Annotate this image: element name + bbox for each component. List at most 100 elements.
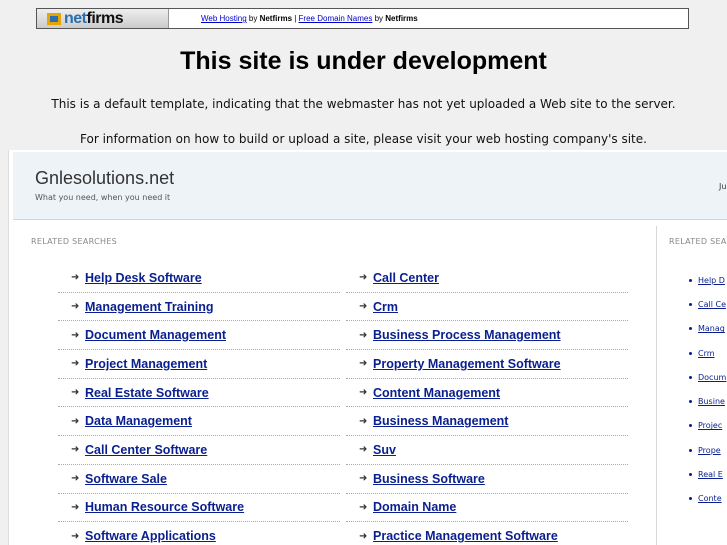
notice-info-text: For information on how to build or uploa… <box>80 132 647 146</box>
list-item: ➜ Practice Management Software <box>346 522 628 545</box>
related-link[interactable]: Human Resource Software <box>85 500 244 514</box>
list-item: ➜ Project Management <box>58 350 340 379</box>
arrow-right-icon: ➜ <box>359 272 368 284</box>
bullet-icon <box>689 351 692 355</box>
web-hosting-link[interactable]: Web Hosting <box>201 14 247 23</box>
site-tagline: What you need, when you need it <box>35 193 171 202</box>
related-link[interactable]: Practice Management Software <box>373 529 558 543</box>
arrow-right-icon: ➜ <box>71 530 80 542</box>
sidebar-link[interactable]: Docum <box>698 373 726 382</box>
site-name[interactable]: Gnlesolutions.net <box>35 168 174 189</box>
related-link[interactable]: Management Training <box>85 300 214 314</box>
related-searches-label: RELATED SEARCHES <box>31 237 118 246</box>
arrow-right-icon: ➜ <box>71 387 80 399</box>
page-title: This site is under development <box>180 47 547 75</box>
list-item: ➜ Business Software <box>346 465 628 494</box>
arrow-right-icon: ➜ <box>71 415 80 427</box>
related-link[interactable]: Document Management <box>85 328 226 342</box>
list-item: ➜ Software Sale <box>58 465 340 494</box>
netfirms-banner: netfirms Web Hosting by Netfirms | Free … <box>36 8 689 29</box>
list-item: ➜ Document Management <box>58 321 340 351</box>
sidebar-link[interactable]: Projec <box>698 421 722 430</box>
sidebar-item: Real E <box>689 462 727 486</box>
netfirms-logo-text: netfirms <box>64 9 124 27</box>
list-item: ➜ Suv <box>346 436 628 465</box>
sidebar-item: Help D <box>689 268 727 292</box>
list-item: ➜ Property Management Software <box>346 350 628 379</box>
sidebar-item: Docum <box>689 365 727 389</box>
related-list-left: ➜ Help Desk Software ➜ Management Training… <box>58 264 340 545</box>
sidebar-link[interactable]: Real E <box>698 470 723 479</box>
related-link[interactable]: Call Center <box>373 271 439 285</box>
arrow-right-icon: ➜ <box>359 473 368 485</box>
brand-name: Netfirms <box>385 14 418 23</box>
sidebar-link[interactable]: Busine <box>698 397 725 406</box>
bullet-icon <box>689 448 692 452</box>
arrow-right-icon: ➜ <box>359 301 368 313</box>
arrow-right-icon: ➜ <box>359 415 368 427</box>
related-link[interactable]: Data Management <box>85 414 192 428</box>
related-link[interactable]: Crm <box>373 300 398 314</box>
related-link[interactable]: Content Management <box>373 386 500 400</box>
arrow-right-icon: ➜ <box>71 444 80 456</box>
bullet-icon <box>689 302 692 306</box>
arrow-right-icon: ➜ <box>359 530 368 542</box>
bullet-icon <box>689 278 692 282</box>
list-item: ➜ Human Resource Software <box>58 494 340 523</box>
bullet-icon <box>689 327 692 331</box>
arrow-right-icon: ➜ <box>71 301 80 313</box>
related-link[interactable]: Business Software <box>373 472 485 486</box>
list-item: ➜ Business Management <box>346 407 628 437</box>
related-link[interactable]: Call Center Software <box>85 443 207 457</box>
sidebar-link[interactable]: Help D <box>698 276 725 285</box>
sidebar-link[interactable]: Manag <box>698 324 725 333</box>
arrow-right-icon: ➜ <box>71 272 80 284</box>
header-date: Ju <box>719 182 727 191</box>
sidebar-link[interactable]: Conte <box>698 494 722 503</box>
related-list-right: ➜ Call Center ➜ Crm ➜ Business Process Mana… <box>346 264 628 545</box>
arrow-right-icon: ➜ <box>359 444 368 456</box>
related-link[interactable]: Real Estate Software <box>85 386 209 400</box>
bullet-icon <box>689 375 692 379</box>
related-link[interactable]: Help Desk Software <box>85 271 202 285</box>
related-link[interactable]: Property Management Software <box>373 357 561 371</box>
parked-header: Gnlesolutions.net What you need, when yo… <box>13 152 727 220</box>
sidebar-item: Conte <box>689 487 727 511</box>
banner-links: Web Hosting by Netfirms | Free Domain Na… <box>201 14 418 23</box>
list-item: ➜ Content Management <box>346 379 628 408</box>
brand-name: Netfirms <box>259 14 293 23</box>
list-item: ➜ Business Process Management <box>346 321 628 351</box>
arrow-right-icon: ➜ <box>71 501 80 513</box>
list-item: ➜ Data Management <box>58 407 340 437</box>
free-domain-names-link[interactable]: Free Domain Names <box>299 14 373 23</box>
related-link[interactable]: Business Process Management <box>373 328 561 342</box>
sidebar-related-list: Help D Call Ce Manag Crm Docum Busine Pr… <box>689 268 727 511</box>
netfirms-logo[interactable]: netfirms <box>37 9 169 28</box>
bullet-icon <box>689 473 692 477</box>
arrow-right-icon: ➜ <box>71 358 80 370</box>
sidebar-link[interactable]: Call Ce <box>698 300 726 309</box>
list-item: ➜ Help Desk Software <box>58 264 340 293</box>
related-link[interactable]: Software Applications <box>85 529 216 543</box>
related-link[interactable]: Domain Name <box>373 500 456 514</box>
sidebar-link[interactable]: Prope <box>698 446 721 455</box>
related-link[interactable]: Software Sale <box>85 472 167 486</box>
sidebar-item: Crm <box>689 341 727 365</box>
related-link[interactable]: Suv <box>373 443 396 457</box>
sidebar-item: Prope <box>689 438 727 462</box>
bullet-icon <box>689 400 692 404</box>
netfirms-logo-icon <box>47 12 61 25</box>
list-item: ➜ Management Training <box>58 293 340 322</box>
column-divider <box>656 226 657 545</box>
list-item: ➜ Software Applications <box>58 522 340 545</box>
related-link[interactable]: Business Management <box>373 414 508 428</box>
arrow-right-icon: ➜ <box>71 329 80 341</box>
arrow-right-icon: ➜ <box>359 501 368 513</box>
sidebar-link[interactable]: Crm <box>698 349 715 358</box>
list-item: ➜ Real Estate Software <box>58 379 340 408</box>
parked-page-frame: Gnlesolutions.net What you need, when yo… <box>8 150 727 545</box>
related-link[interactable]: Project Management <box>85 357 207 371</box>
list-item: ➜ Crm <box>346 293 628 322</box>
arrow-right-icon: ➜ <box>359 329 368 341</box>
list-item: ➜ Call Center <box>346 264 628 293</box>
